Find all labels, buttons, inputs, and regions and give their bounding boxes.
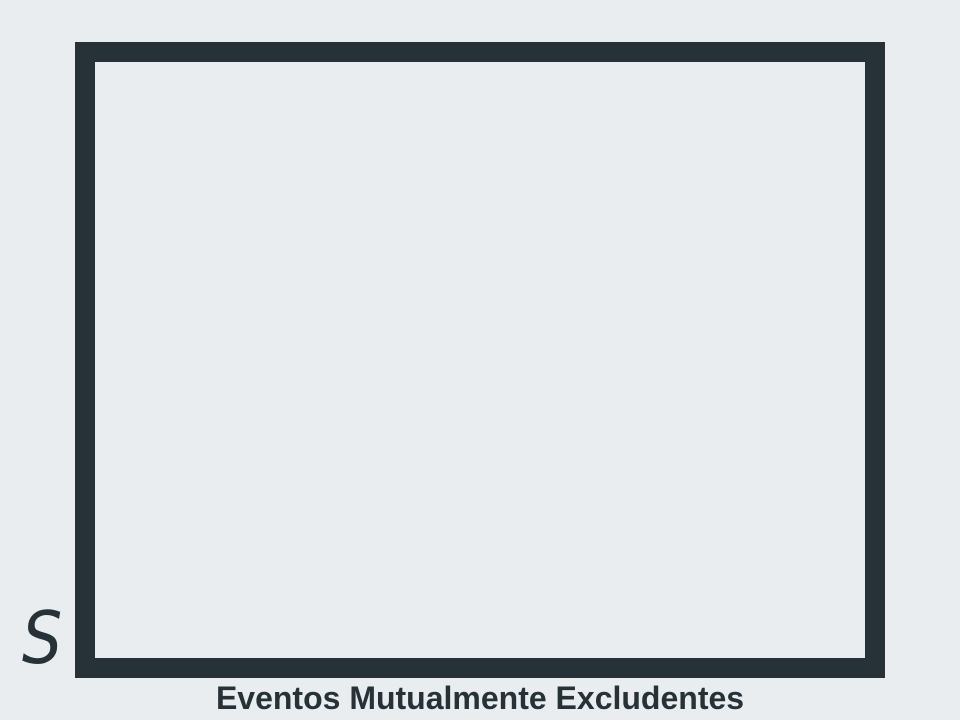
sample-space-label: S — [22, 596, 63, 680]
sample-space-rectangle — [75, 42, 885, 678]
diagram-caption: Eventos Mutualmente Excludentes — [215, 680, 745, 716]
